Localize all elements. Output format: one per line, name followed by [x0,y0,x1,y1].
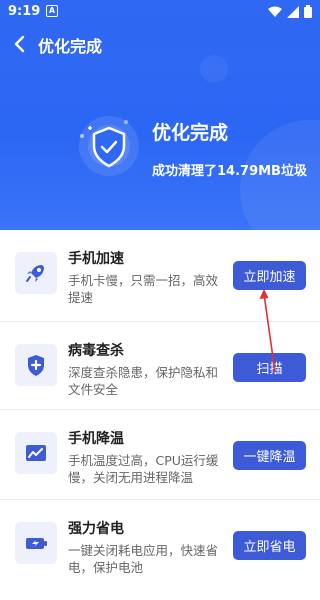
item-description: 深度查杀隐患，保护隐私和文件安全 [68,365,219,397]
item-description: 手机卡慢，只需一招，高效提速 [68,273,219,305]
cool-down-button[interactable]: 一键降温 [233,441,306,470]
item-description: 手机温度过高，CPU运行缓慢，关闭无用进程降温 [68,453,219,485]
speed-up-button[interactable]: 立即加速 [233,261,306,290]
shield-check-icon [79,116,139,176]
item-description: 一键关闭耗电应用，快速省电，保护电池 [68,543,219,575]
notification-icon: A [46,5,58,17]
list-item: 强力省电 一键关闭耗电应用，快速省电，保护电池 立即省电 [0,500,320,590]
item-title: 手机降温 [68,431,124,447]
item-title: 强力省电 [68,521,124,537]
battery-icon [15,522,57,564]
shield-plus-icon [15,344,57,386]
status-icons [268,5,312,18]
rocket-icon [15,252,57,294]
item-title: 病毒查杀 [68,343,124,359]
item-title: 手机加速 [68,251,124,267]
status-time: 9:19 [8,4,41,19]
status-bar: 9:19 A [0,0,320,24]
battery-status-icon [304,5,312,18]
header: 9:19 A 优化完成 优化完成 成功清理了14.79MB垃圾 [0,0,320,230]
result-subtitle: 成功清理了14.79MB垃圾 [152,164,307,179]
list-item: 手机加速 手机卡慢，只需一招，高效提速 立即加速 [0,230,320,322]
back-arrow-icon[interactable] [10,34,30,54]
result-title: 优化完成 [152,122,229,144]
decor-circle [200,55,228,83]
wifi-icon [268,6,282,17]
list-item: 手机降温 手机温度过高，CPU运行缓慢，关闭无用进程降温 一键降温 [0,410,320,500]
save-power-button[interactable]: 立即省电 [233,531,306,560]
signal-icon [287,5,299,18]
chart-line-icon [15,432,57,474]
list-item: 病毒查杀 深度查杀隐患，保护隐私和文件安全 扫描 [0,322,320,410]
page-title: 优化完成 [38,37,103,56]
scan-button[interactable]: 扫描 [233,353,306,382]
feature-list: 手机加速 手机卡慢，只需一招，高效提速 立即加速 病毒查杀 深度查杀隐患，保护隐… [0,230,320,590]
